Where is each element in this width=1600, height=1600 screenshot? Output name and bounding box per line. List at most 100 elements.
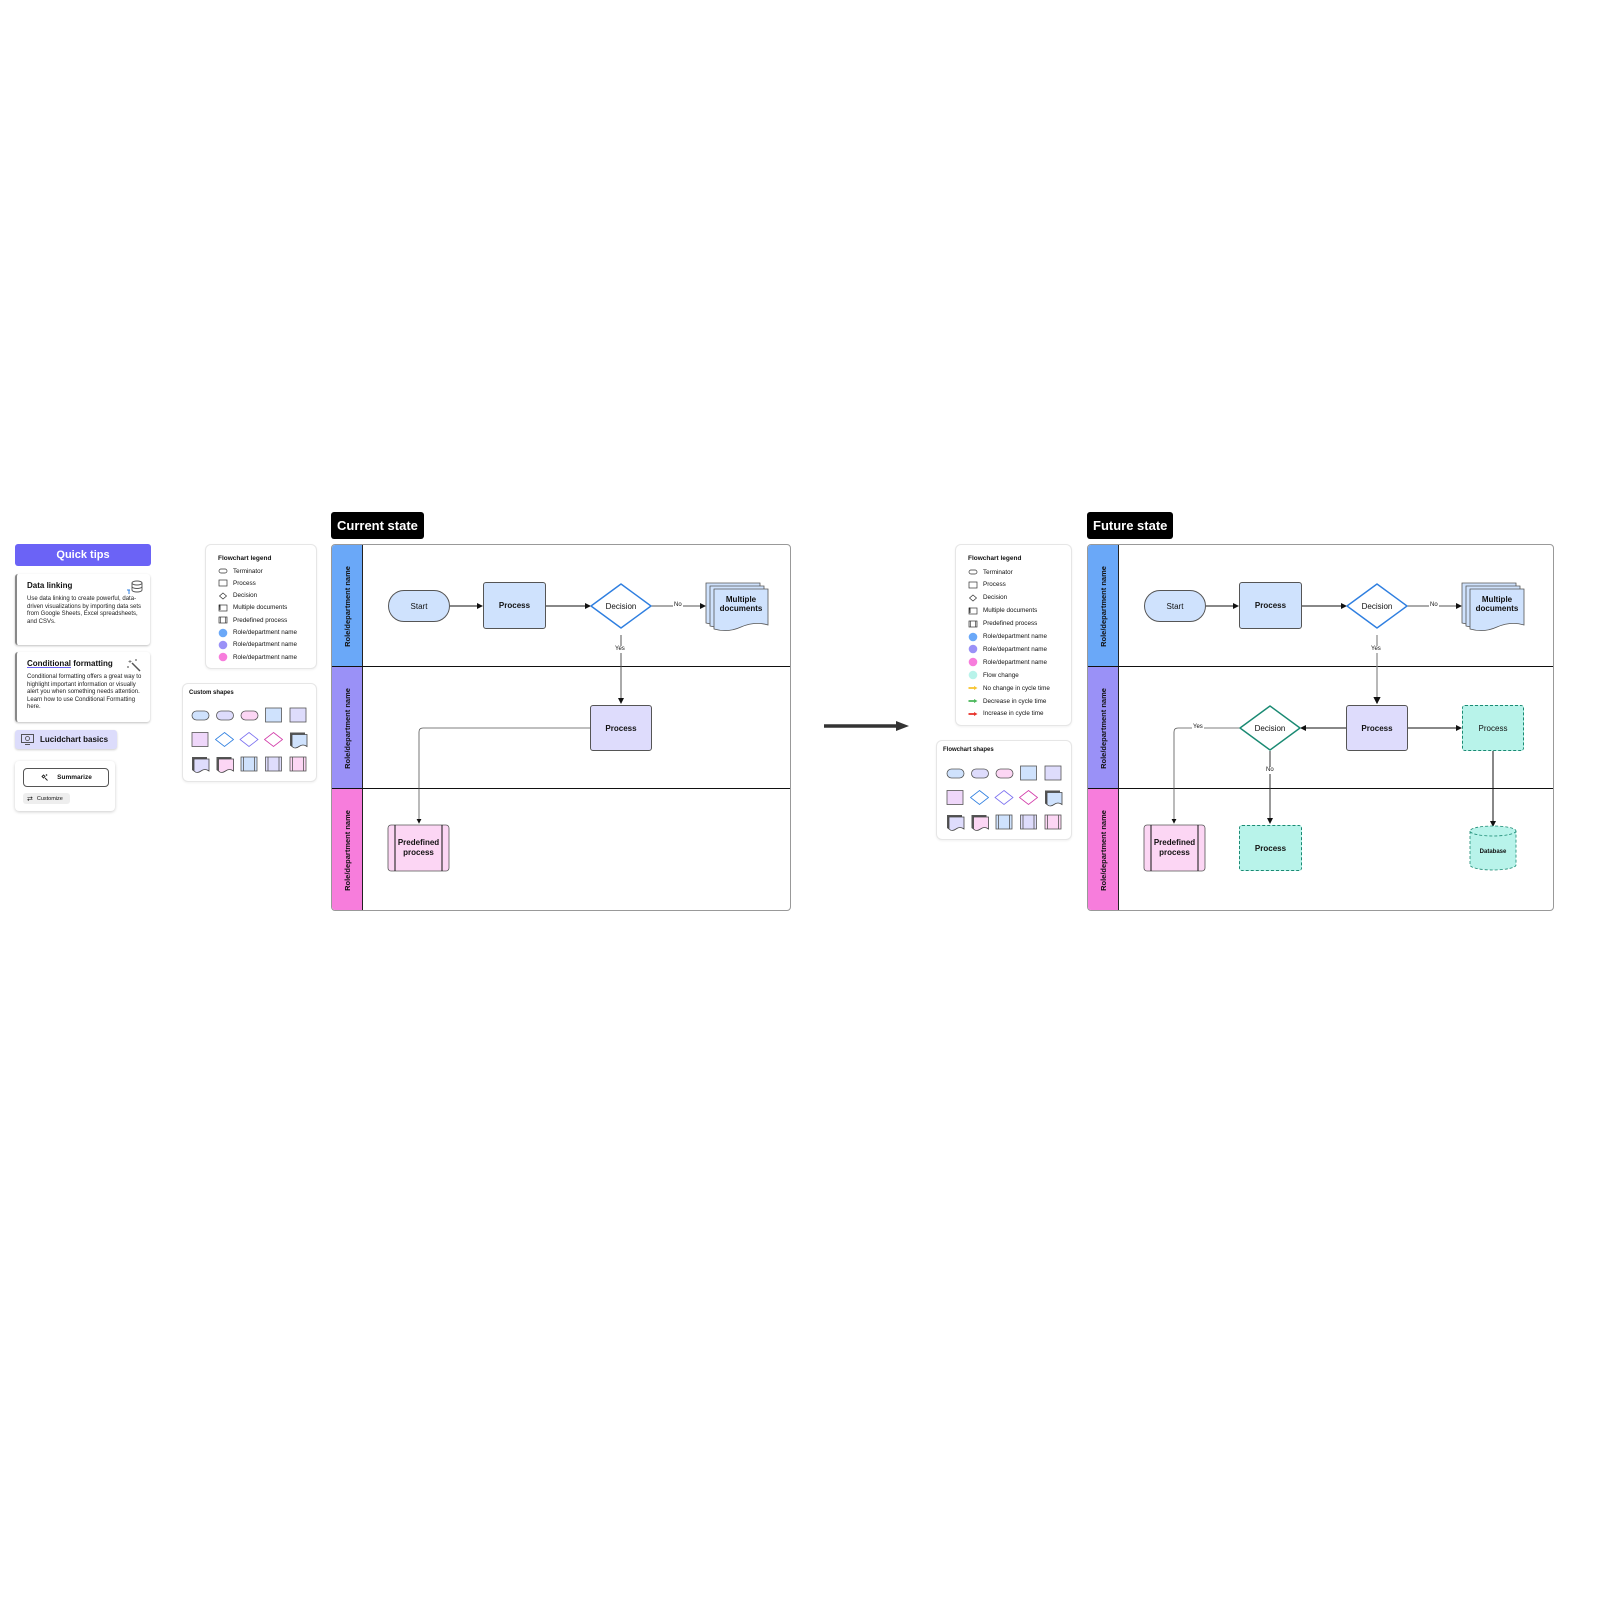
terminator-icon — [218, 568, 228, 574]
future-flowchart-legend: Flowchart legend Terminator Process Decisi… — [955, 544, 1072, 726]
future-state-swimlane: Role/department name Role/department nam… — [1087, 544, 1554, 911]
palette-shape-rect[interactable] — [1020, 765, 1037, 781]
multiple-documents-node[interactable]: Multiple documents — [714, 593, 768, 615]
lucidchart-basics-button[interactable]: Lucidchart basics — [15, 730, 117, 749]
palette-shape-pre[interactable] — [995, 814, 1013, 830]
process-node[interactable]: Process — [1239, 582, 1302, 629]
process-icon — [968, 581, 978, 589]
palette-shape-dia[interactable] — [994, 789, 1014, 806]
palette-shape-pre[interactable] — [265, 756, 282, 772]
legend-item-label: Multiple documents — [983, 607, 1038, 615]
palette-shape-doc[interactable] — [1045, 790, 1063, 807]
tip-title: Data linking — [27, 581, 73, 590]
shape-palette — [191, 707, 308, 773]
tip-body: Use data linking to create powerful, dat… — [27, 596, 142, 625]
legend-item: Multiple documents — [968, 606, 1037, 616]
palette-shape-doc[interactable] — [192, 757, 210, 773]
palette-shape-rect[interactable] — [191, 732, 209, 747]
palette-shape-dia[interactable] — [263, 731, 284, 748]
palette-shape-dia[interactable] — [969, 789, 990, 806]
connector-decision2-predefined — [1171, 727, 1240, 824]
lane-header-1[interactable]: Role/department name — [332, 545, 363, 667]
palette-shape-dia[interactable] — [1018, 789, 1039, 806]
role-dot-icon — [218, 652, 228, 662]
palette-shape-rect[interactable] — [265, 707, 282, 723]
start-terminator[interactable]: Start — [388, 590, 450, 622]
summarize-button[interactable]: Summarize — [23, 768, 109, 787]
legend-item: Decision — [218, 591, 257, 601]
lane-divider — [332, 788, 790, 789]
shape-palette — [946, 765, 1063, 831]
tip-card-conditional-formatting[interactable]: Conditional formatting Conditional forma… — [15, 652, 150, 722]
palette-shape-pill[interactable] — [191, 710, 210, 721]
process-icon — [218, 579, 228, 587]
multiple-documents-node[interactable]: Multiple documents — [1470, 593, 1524, 615]
palette-shape-pre[interactable] — [1020, 814, 1037, 830]
role-dot-icon — [218, 640, 228, 650]
palette-shape-rect[interactable] — [946, 790, 964, 805]
palette-shape-pill[interactable] — [946, 768, 965, 779]
palette-shape-pill[interactable] — [216, 710, 234, 721]
palette-shape-pill[interactable] — [995, 768, 1014, 779]
legend-item-label: Terminator — [233, 567, 263, 575]
legend-title: Flowchart legend — [968, 555, 1022, 562]
customize-button[interactable]: ⇄ Customize — [23, 793, 70, 804]
palette-shape-rect[interactable] — [289, 707, 307, 723]
palette-shape-doc[interactable] — [947, 815, 965, 831]
predefined-process-icon — [218, 616, 228, 624]
role-dot-icon — [968, 632, 978, 641]
database-node[interactable]: Database — [1470, 845, 1516, 859]
decision2-node[interactable]: Decision — [1240, 719, 1300, 737]
legend-item: Role/department name — [218, 640, 297, 650]
role-dot-icon — [968, 657, 978, 667]
legend-item: No change in cycle time — [968, 683, 1050, 693]
lane-header-1[interactable]: Role/department name — [1088, 545, 1119, 667]
edge-label-yes: Yes — [614, 646, 626, 653]
sparkle-icon — [41, 774, 48, 781]
start-terminator[interactable]: Start — [1144, 590, 1206, 622]
decision-node[interactable]: Decision — [1347, 597, 1407, 615]
flow-change-dot-icon — [968, 670, 978, 680]
palette-shape-rect[interactable] — [1044, 765, 1062, 781]
legend-item-label: Role/department name — [983, 645, 1048, 653]
process-node[interactable]: Process — [483, 582, 546, 629]
decision-node[interactable]: Decision — [591, 597, 651, 615]
legend-item-label: Decrease in cycle time — [983, 697, 1047, 705]
new-process-node-2[interactable]: Process — [1239, 825, 1302, 871]
lane-header-3[interactable]: Role/department name — [332, 789, 363, 910]
legend-item-label: Flow change — [983, 671, 1019, 679]
legend-item: Predefined process — [968, 619, 1037, 629]
predefined-process-node[interactable]: Predefined process — [1151, 833, 1198, 863]
palette-shape-pre[interactable] — [240, 756, 258, 772]
legend-item: Process — [968, 580, 1006, 590]
palette-shape-pre[interactable] — [1044, 814, 1062, 830]
lane-divider — [332, 666, 790, 667]
lane-header-2[interactable]: Role/department name — [332, 667, 363, 789]
edge-label-no: No — [1429, 602, 1439, 609]
palette-shape-dia[interactable] — [239, 731, 259, 748]
palette-shape-doc[interactable] — [216, 757, 234, 773]
current-state-swimlane: Role/department name Role/department nam… — [331, 544, 791, 911]
process-node[interactable]: Process — [590, 705, 652, 751]
palette-shape-pre[interactable] — [289, 756, 307, 772]
decision-icon — [218, 592, 228, 600]
edge-label-yes2: Yes — [1192, 724, 1204, 731]
legend-item: Decision — [968, 593, 1007, 603]
database-link-icon — [127, 580, 143, 594]
tip-card-data-linking[interactable]: Data linking Use data linking to create … — [15, 574, 150, 645]
quick-tips-header[interactable]: Quick tips — [15, 544, 151, 566]
predefined-process-node[interactable]: Predefined process — [395, 833, 442, 863]
future-state-label: Future state — [1087, 512, 1174, 539]
palette-shape-pill[interactable] — [971, 768, 989, 779]
new-process-node[interactable]: Process — [1462, 705, 1524, 751]
palette-shape-dia[interactable] — [214, 731, 235, 748]
palette-shape-doc[interactable] — [290, 732, 308, 749]
palette-shape-doc[interactable] — [971, 815, 989, 831]
lane-header-2[interactable]: Role/department name — [1088, 667, 1119, 789]
legend-item: Increase in cycle time — [968, 709, 1044, 719]
edge-label-no: No — [673, 602, 683, 609]
process-node[interactable]: Process — [1346, 705, 1408, 751]
palette-shape-pill[interactable] — [240, 710, 259, 721]
role-dot-icon — [218, 628, 228, 637]
lane-header-3[interactable]: Role/department name — [1088, 789, 1119, 910]
